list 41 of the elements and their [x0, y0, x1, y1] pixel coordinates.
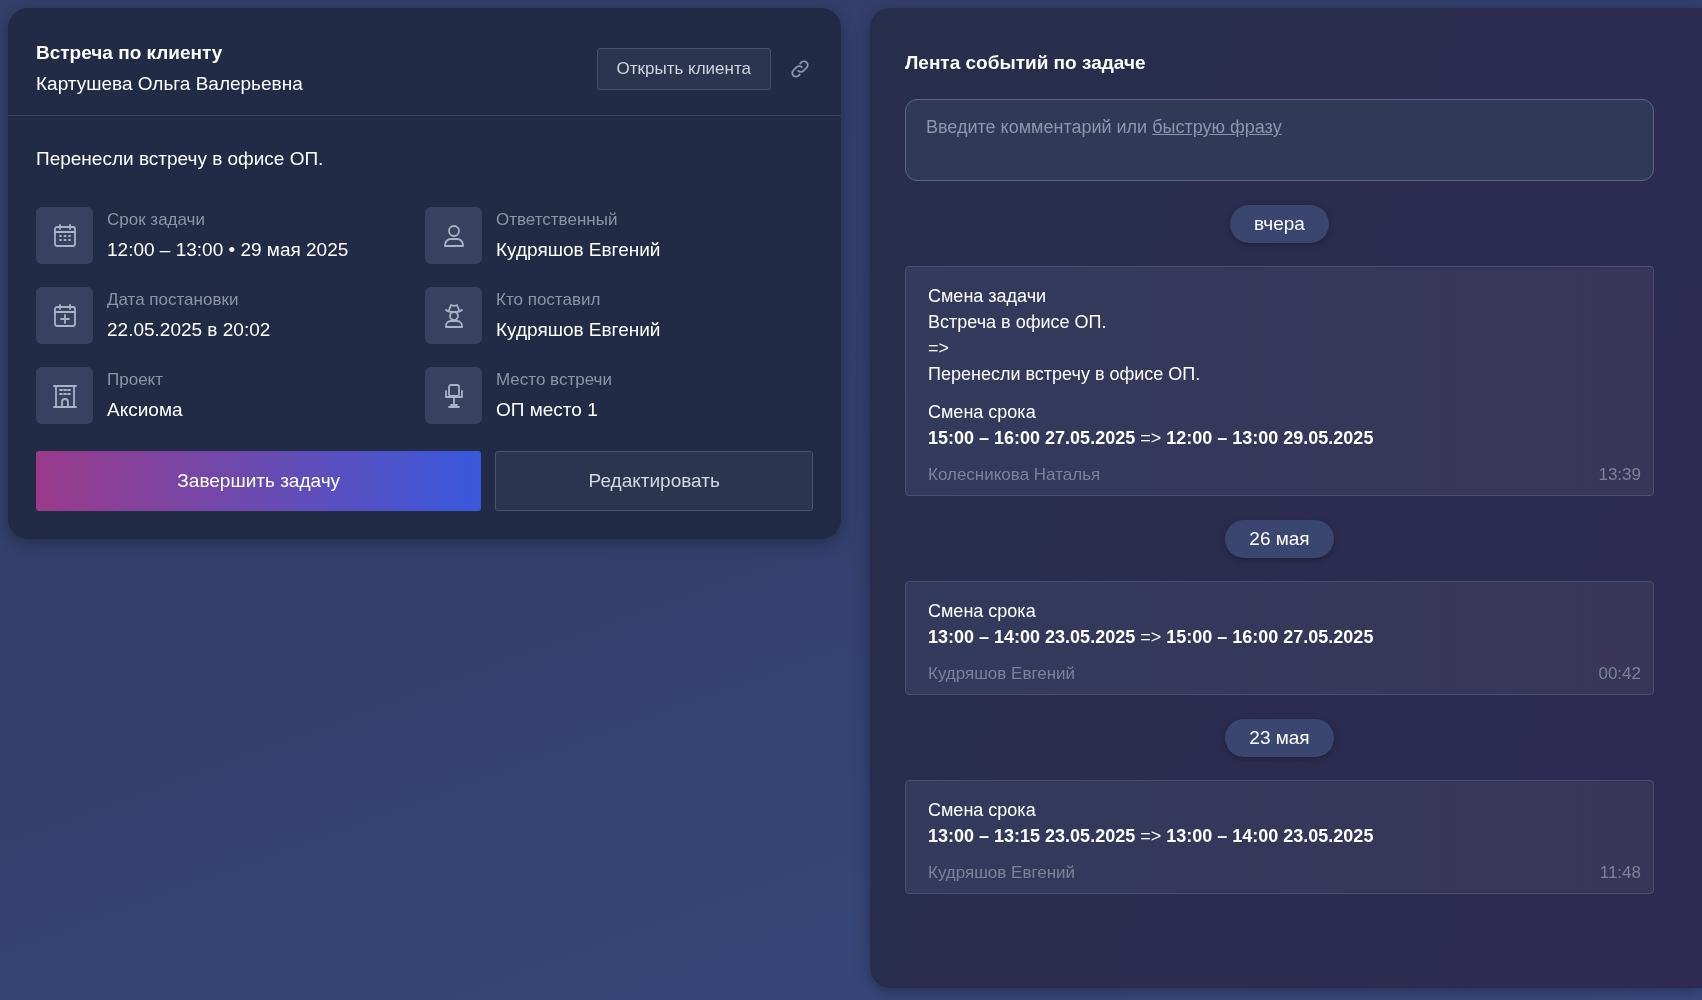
event-time: 13:39 [1598, 465, 1641, 485]
change-text: 15:00 – 16:00 27.05.2025 => 12:00 – 13:00 29.05.2025 [928, 427, 1375, 449]
quick-phrase-link[interactable]: быструю фразу [1152, 117, 1282, 137]
edit-button[interactable]: Редактировать [495, 451, 813, 511]
change-text: Встреча в офисе ОП. [928, 311, 1108, 333]
date-pill: 26 мая [1225, 520, 1334, 558]
detail-label: Срок задачи [107, 210, 206, 230]
change-title: Смена срока [928, 799, 1037, 821]
change-text: 13:00 – 14:00 23.05.2025 => 15:00 – 16:00 27.05.2025 [928, 626, 1375, 648]
feed-title: Лента событий по задаче [905, 52, 1147, 74]
detail-value: Кудряшов Евгений [496, 319, 661, 341]
event-time: 00:42 [1598, 664, 1641, 684]
change-text: => [928, 337, 951, 359]
open-client-button[interactable]: Открыть клиента [596, 47, 771, 90]
client-name: Картушева Ольга Валерьевна [36, 73, 304, 95]
change-title: Смена задачи [928, 285, 1048, 307]
task-title: Встреча по клиенту [36, 42, 224, 64]
detail-label: Дата постановки [107, 290, 240, 310]
task-description: Перенесли встречу в офисе ОП. [36, 148, 325, 170]
event-time: 11:48 [1599, 863, 1641, 883]
detail-value: Кудряшов Евгений [496, 239, 661, 261]
detail-label: Проект [107, 370, 164, 390]
detail-value: ОП место 1 [496, 399, 599, 421]
event-author: Кудряшов Евгений [928, 664, 1076, 684]
detail-value: 22.05.2025 в 20:02 [107, 319, 271, 341]
link-icon[interactable] [789, 57, 811, 80]
complete-task-button[interactable]: Завершить задачу [36, 451, 482, 511]
event-author: Колесникова Наталья [928, 465, 1101, 485]
change-title: Смена срока [928, 600, 1037, 622]
detail-label: Место встречи [496, 370, 612, 390]
date-pill: вчера [1230, 205, 1329, 243]
detail-label: Кто поставил [496, 290, 602, 310]
change-text: 13:00 – 13:15 23.05.2025 => 13:00 – 14:00 23.05.2025 [928, 825, 1375, 847]
comment-field[interactable]: Введите комментарий или быструю фразу [905, 99, 1654, 181]
change-text: Перенесли встречу в офисе ОП. [928, 363, 1202, 385]
change-title: Смена срока [928, 401, 1037, 423]
detail-value: 12:00 – 13:00 • 29 мая 2025 [107, 239, 349, 261]
date-pill: 23 мая [1225, 719, 1334, 757]
detail-label: Ответственный [496, 210, 619, 230]
detail-value: Аксиома [107, 399, 183, 421]
event-author: Кудряшов Евгений [928, 863, 1076, 883]
